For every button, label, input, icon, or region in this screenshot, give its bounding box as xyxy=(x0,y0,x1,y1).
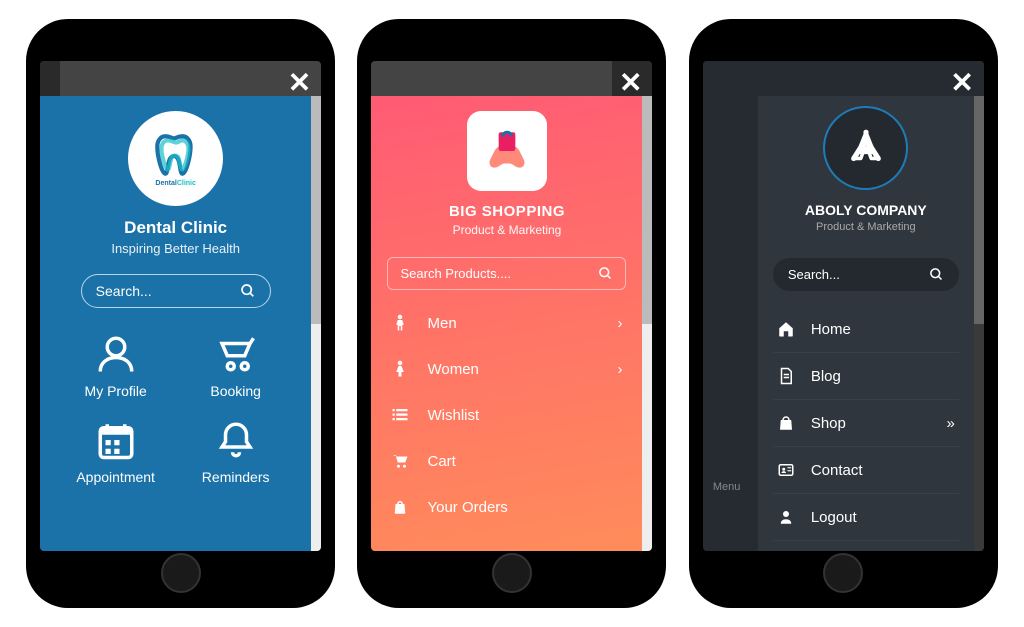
brand-logo xyxy=(823,106,908,190)
user-icon xyxy=(95,333,137,375)
nav-label: Shop xyxy=(811,415,846,432)
shop-icon xyxy=(777,414,797,432)
user-icon xyxy=(777,508,797,526)
nav-label: Your Orders xyxy=(427,499,507,516)
brand-title: Dental Clinic xyxy=(124,218,227,238)
chevron-right-icon: › xyxy=(617,315,622,332)
woman-icon xyxy=(391,360,411,378)
nav-orders[interactable]: Your Orders xyxy=(387,484,626,530)
home-button[interactable] xyxy=(823,553,863,593)
nav-label: Blog xyxy=(811,368,841,385)
nav-label: Cart xyxy=(427,453,455,470)
screen: Menu ✕ ABOLY COMPANY Product & Marketing… xyxy=(703,61,984,551)
brand-subtitle: Product & Marketing xyxy=(387,223,626,237)
nav-label: Home xyxy=(811,321,851,338)
nav-reminders[interactable]: Reminders xyxy=(196,419,276,485)
calendar-icon xyxy=(95,419,137,461)
home-button[interactable] xyxy=(161,553,201,593)
scrollbar[interactable] xyxy=(311,96,321,551)
screen: ✕ DentalClinic Dental Clinic Inspiring B… xyxy=(40,61,321,551)
search-icon xyxy=(240,283,256,299)
nav-home[interactable]: Home xyxy=(773,306,959,353)
sidebar: ABOLY COMPANY Product & Marketing Search… xyxy=(758,96,974,551)
close-icon[interactable]: ✕ xyxy=(950,69,973,97)
nav-label: Men xyxy=(427,315,456,332)
close-icon[interactable]: ✕ xyxy=(288,69,311,97)
company-logo-icon xyxy=(845,127,887,169)
nav-my-profile[interactable]: My Profile xyxy=(76,333,156,399)
nav-blog[interactable]: Blog xyxy=(773,353,959,400)
sidebar: DentalClinic Dental Clinic Inspiring Bet… xyxy=(40,96,311,551)
scrollbar[interactable] xyxy=(974,96,984,551)
search-icon xyxy=(598,266,613,281)
close-icon[interactable]: ✕ xyxy=(619,69,642,97)
nav-grid: My Profile Booking Appointment xyxy=(76,333,276,485)
nav-shop[interactable]: Shop » xyxy=(773,400,959,447)
document-icon xyxy=(777,367,797,385)
peek-menu-label: Menu xyxy=(713,481,741,493)
nav-women[interactable]: Women › xyxy=(387,346,626,392)
phone-dental: ✕ DentalClinic Dental Clinic Inspiring B… xyxy=(28,21,333,606)
nav-men[interactable]: Men › xyxy=(387,300,626,346)
nav-label: Contact xyxy=(811,462,863,479)
search-placeholder: Search Products.... xyxy=(400,266,511,281)
brand-subtitle: Product & Marketing xyxy=(773,221,959,233)
nav-contact[interactable]: Contact xyxy=(773,447,959,494)
brand-subtitle: Inspiring Better Health xyxy=(111,241,240,256)
nav-label: Logout xyxy=(811,509,857,526)
nav-label: Booking xyxy=(210,383,261,399)
brand-title: BIG SHOPPING xyxy=(387,203,626,220)
nav-list: Men › Women › Wishlist Cart xyxy=(387,300,626,530)
nav-booking[interactable]: Booking xyxy=(196,333,276,399)
scrollbar[interactable] xyxy=(642,96,652,551)
search-icon xyxy=(929,267,944,282)
tooth-icon xyxy=(151,130,201,180)
shopping-logo-icon xyxy=(482,126,532,176)
search-input[interactable]: Search... xyxy=(81,274,271,308)
cart-icon xyxy=(391,452,411,470)
chevron-double-right-icon: » xyxy=(946,415,954,432)
search-placeholder: Search... xyxy=(96,283,152,299)
man-icon xyxy=(391,314,411,332)
nav-wishlist[interactable]: Wishlist xyxy=(387,392,626,438)
home-button[interactable] xyxy=(492,553,532,593)
screen: WI ME Awesu POS ✕ BIG SHOPPING Product &… xyxy=(371,61,652,551)
bag-icon xyxy=(391,498,411,516)
search-placeholder: Search... xyxy=(788,267,840,282)
brand-logo xyxy=(467,111,547,191)
search-input[interactable]: Search... xyxy=(773,258,959,291)
nav-cart[interactable]: Cart xyxy=(387,438,626,484)
cart-icon xyxy=(215,333,257,375)
card-icon xyxy=(777,461,797,479)
nav-label: Wishlist xyxy=(427,407,479,424)
search-input[interactable]: Search Products.... xyxy=(387,257,626,290)
nav-label: Appointment xyxy=(76,469,155,485)
chevron-right-icon: › xyxy=(617,361,622,378)
nav-logout[interactable]: Logout xyxy=(773,494,959,541)
nav-list: Home Blog Shop » Contact Logout xyxy=(773,306,959,541)
sidebar: BIG SHOPPING Product & Marketing Search … xyxy=(371,96,642,551)
brand-title: ABOLY COMPANY xyxy=(773,202,959,218)
nav-label: Women xyxy=(427,361,478,378)
phone-shopping: WI ME Awesu POS ✕ BIG SHOPPING Product &… xyxy=(359,21,664,606)
nav-label: Reminders xyxy=(202,469,270,485)
phone-aboly: Menu ✕ ABOLY COMPANY Product & Marketing… xyxy=(691,21,996,606)
nav-label: My Profile xyxy=(85,383,147,399)
list-icon xyxy=(391,406,411,424)
brand-logo: DentalClinic xyxy=(128,111,223,206)
nav-appointment[interactable]: Appointment xyxy=(76,419,156,485)
bell-icon xyxy=(215,419,257,461)
home-icon xyxy=(777,320,797,338)
